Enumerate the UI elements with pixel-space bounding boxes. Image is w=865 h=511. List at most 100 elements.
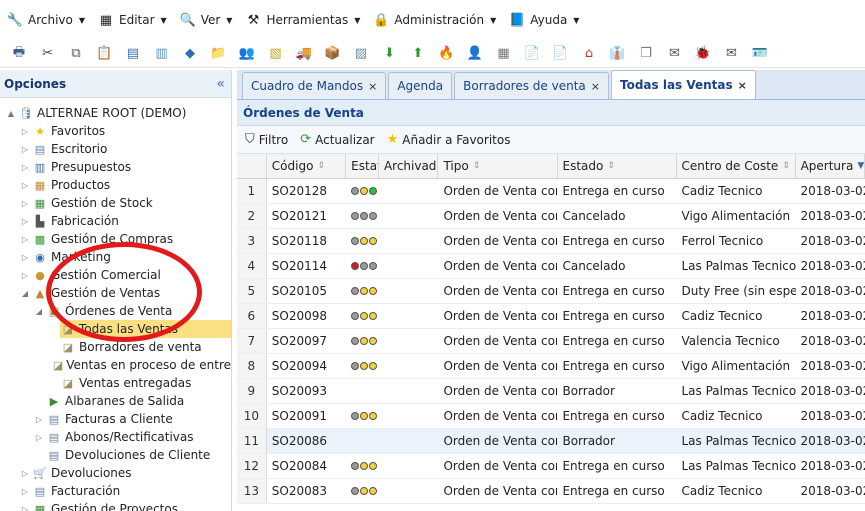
column-header-tipo[interactable]: Tipo ⇕ [438, 154, 558, 178]
user-card-icon[interactable]: 🪪 [749, 43, 771, 65]
tree-item-presupuestos[interactable]: ▷ ▥ Presupuestos [0, 158, 231, 176]
tree-toggle-icon[interactable]: ▷ [20, 253, 30, 262]
table-row[interactable]: 2 SO20121 Orden de Venta con F Cancelado Vig… [237, 204, 865, 229]
cut-icon[interactable]: ✂ [37, 43, 59, 65]
manager-icon[interactable]: 👔 [607, 43, 629, 65]
sort-icon[interactable]: ⇕ [782, 161, 790, 171]
tree-toggle-icon[interactable]: ▷ [20, 235, 30, 244]
file-a-icon[interactable]: 📄 [521, 43, 543, 65]
double-chevron-left-icon[interactable]: « [216, 76, 225, 92]
tree-item-gestion-de-stock[interactable]: ▷ ▦ Gestión de Stock [0, 194, 231, 212]
menu-ayuda[interactable]: 📘 Ayuda ▼ [506, 8, 585, 32]
tree-toggle-icon[interactable]: ◢ [20, 289, 30, 298]
tree-item-productos[interactable]: ▷ ▦ Productos [0, 176, 231, 194]
table-row[interactable]: 12 SO20084 Orden de Venta con F Entrega en … [237, 454, 865, 479]
copy-icon[interactable]: ⧉ [65, 43, 87, 65]
tree-toggle-icon[interactable]: ▷ [20, 181, 30, 190]
sort-icon[interactable]: ⇕ [473, 161, 481, 171]
tab-borradores-de-venta[interactable]: Borradores de venta × [454, 72, 609, 99]
tree-item-facturacion[interactable]: ▷ ▤ Facturación [0, 482, 231, 500]
mail-icon[interactable]: ✉ [721, 43, 743, 65]
table-row[interactable]: 5 SO20105 Orden de Venta con F Entrega en c… [237, 279, 865, 304]
column-header-apertura[interactable]: Apertura ▼ [796, 154, 865, 178]
tree-item-gestion-de-compras[interactable]: ▷ ▩ Gestión de Compras [0, 230, 231, 248]
sort-icon[interactable]: ⇕ [317, 161, 325, 171]
menu-ver[interactable]: 🔍 Ver ▼ [177, 8, 239, 32]
tree-toggle-icon[interactable]: ▷ [20, 505, 30, 511]
menu-archivo[interactable]: 🔧 Archivo ▼ [4, 8, 91, 32]
table-row[interactable]: 13 SO20083 Orden de Venta con F Entrega en … [237, 479, 865, 504]
table-row[interactable]: 4 SO20114 Orden de Venta con F Cancelado Las… [237, 254, 865, 279]
tree-item-ventas-entregadas[interactable]: ◪ Ventas entregadas [0, 374, 231, 392]
tree-toggle-icon[interactable]: ▷ [20, 163, 30, 172]
tree-item-todas-las-ventas[interactable]: ◪ Todas las Ventas [0, 320, 231, 338]
tree-item-marketing[interactable]: ▷ ◉ Marketing [0, 248, 231, 266]
column-header-estat[interactable]: Estat [346, 154, 379, 178]
download-icon[interactable]: ⬇ [379, 43, 401, 65]
column-header-codigo[interactable]: Código ⇕ [267, 154, 347, 178]
upload-icon[interactable]: ⬆ [407, 43, 429, 65]
tab-agenda[interactable]: Agenda [388, 72, 453, 99]
tree-toggle-icon[interactable]: ▷ [34, 433, 44, 442]
box-icon[interactable]: 📦 [322, 43, 344, 65]
actualizar-button[interactable]: ⟳ Actualizar [300, 132, 374, 147]
tree-item-gestion-comercial[interactable]: ▷ ● Gestión Comercial [0, 266, 231, 284]
tree-item-abonos-rectificativas[interactable]: ▷ ▤ Abonos/Rectificativas [0, 428, 231, 446]
tree-item-devoluciones[interactable]: ▷ 🛒 Devoluciones [0, 464, 231, 482]
truck-icon[interactable]: 🚚 [293, 43, 315, 65]
tree-toggle-icon[interactable]: ▷ [20, 487, 30, 496]
notes-icon[interactable]: ▧ [265, 43, 287, 65]
move-icon[interactable]: ◆ [179, 43, 201, 65]
tree-item-escritorio[interactable]: ▷ ▤ Escritorio [0, 140, 231, 158]
home-icon[interactable]: ⌂ [578, 43, 600, 65]
mail-open-icon[interactable]: ✉ [664, 43, 686, 65]
folder-icon[interactable]: 📁 [208, 43, 230, 65]
table-row[interactable]: 3 SO20118 Orden de Venta con F Entrega en c… [237, 229, 865, 254]
table-row[interactable]: 7 SO20097 Orden de Venta con F Entrega en c… [237, 329, 865, 354]
close-icon[interactable]: × [591, 80, 600, 93]
tab-todas-las-ventas[interactable]: Todas las Ventas × [610, 70, 756, 99]
tree-item-fabricacion[interactable]: ▷ ▙ Fabricación [0, 212, 231, 230]
tree-toggle-icon[interactable]: ▷ [20, 217, 30, 226]
tree-item-gestion-de-proyectos[interactable]: ▷ ▦ Gestión de Proyectos [0, 500, 231, 511]
column-header-centro-de-coste[interactable]: Centro de Coste ⇕ [677, 154, 796, 178]
tree-toggle-icon[interactable]: ▷ [20, 199, 30, 208]
menu-editar[interactable]: ▦ Editar ▼ [95, 8, 173, 32]
filtro-button[interactable]: ⛉ Filtro [245, 132, 288, 147]
tree-item-facturas-a-cliente[interactable]: ▷ ▤ Facturas a Cliente [0, 410, 231, 428]
menu-herramientas[interactable]: ⚒ Herramientas ▼ [242, 8, 366, 32]
tree-toggle-icon[interactable]: ▷ [20, 145, 30, 154]
tree-item-alternae-root-demo[interactable]: ▲ 🛢 ALTERNAE ROOT (DEMO) [0, 104, 231, 122]
column-header-archivado[interactable]: Archivado [379, 154, 439, 178]
tab-cuadro-de-mandos[interactable]: Cuadro de Mandos × [242, 72, 387, 99]
tree-item-ordenes-de-venta[interactable]: ◢ ▣ Órdenes de Venta [0, 302, 231, 320]
tree-toggle-icon[interactable]: ▷ [20, 127, 30, 136]
table-row[interactable]: 6 SO20098 Orden de Venta con F Entrega en c… [237, 304, 865, 329]
tree-toggle-icon[interactable]: ▷ [34, 415, 44, 424]
sort-icon[interactable]: ⇕ [607, 161, 615, 171]
tree-item-borradores-de-venta[interactable]: ◪ Borradores de venta [0, 338, 231, 356]
tree-toggle-icon[interactable]: ▷ [20, 469, 30, 478]
print-icon[interactable]: 🖶 [8, 43, 30, 65]
person-icon[interactable]: 👤 [464, 43, 486, 65]
document-icon[interactable]: ▥ [151, 43, 173, 65]
users-icon[interactable]: 👥 [236, 43, 258, 65]
sort-desc-icon[interactable]: ▼ [857, 161, 864, 171]
file-b-icon[interactable]: 📄 [550, 43, 572, 65]
fire-icon[interactable]: 🔥 [436, 43, 458, 65]
tree-item-albaranes-de-salida[interactable]: ▶ Albaranes de Salida [0, 392, 231, 410]
menu-administración[interactable]: 🔒 Administración ▼ [370, 8, 502, 32]
copy2-icon[interactable]: ❐ [635, 43, 657, 65]
chart-icon[interactable]: ▨ [350, 43, 372, 65]
tree-item-devoluciones-de-cliente[interactable]: ▤ Devoluciones de Cliente [0, 446, 231, 464]
paste-icon[interactable]: 📋 [94, 43, 116, 65]
tree-toggle-icon[interactable]: ▷ [20, 271, 30, 280]
table-row[interactable]: 10 SO20091 Orden de Venta con F Entrega en … [237, 404, 865, 429]
tree-item-gestion-de-ventas[interactable]: ◢ ▲ Gestión de Ventas [0, 284, 231, 302]
table-row[interactable]: 8 SO20094 Orden de Venta con F Entrega en c… [237, 354, 865, 379]
close-icon[interactable]: × [368, 80, 377, 93]
bug-icon[interactable]: 🐞 [692, 43, 714, 65]
tree-toggle-icon[interactable]: ▲ [6, 109, 16, 118]
close-icon[interactable]: × [738, 79, 747, 92]
table-row[interactable]: 9 SO20093 Orden de Venta con F Borrador Las … [237, 379, 865, 404]
